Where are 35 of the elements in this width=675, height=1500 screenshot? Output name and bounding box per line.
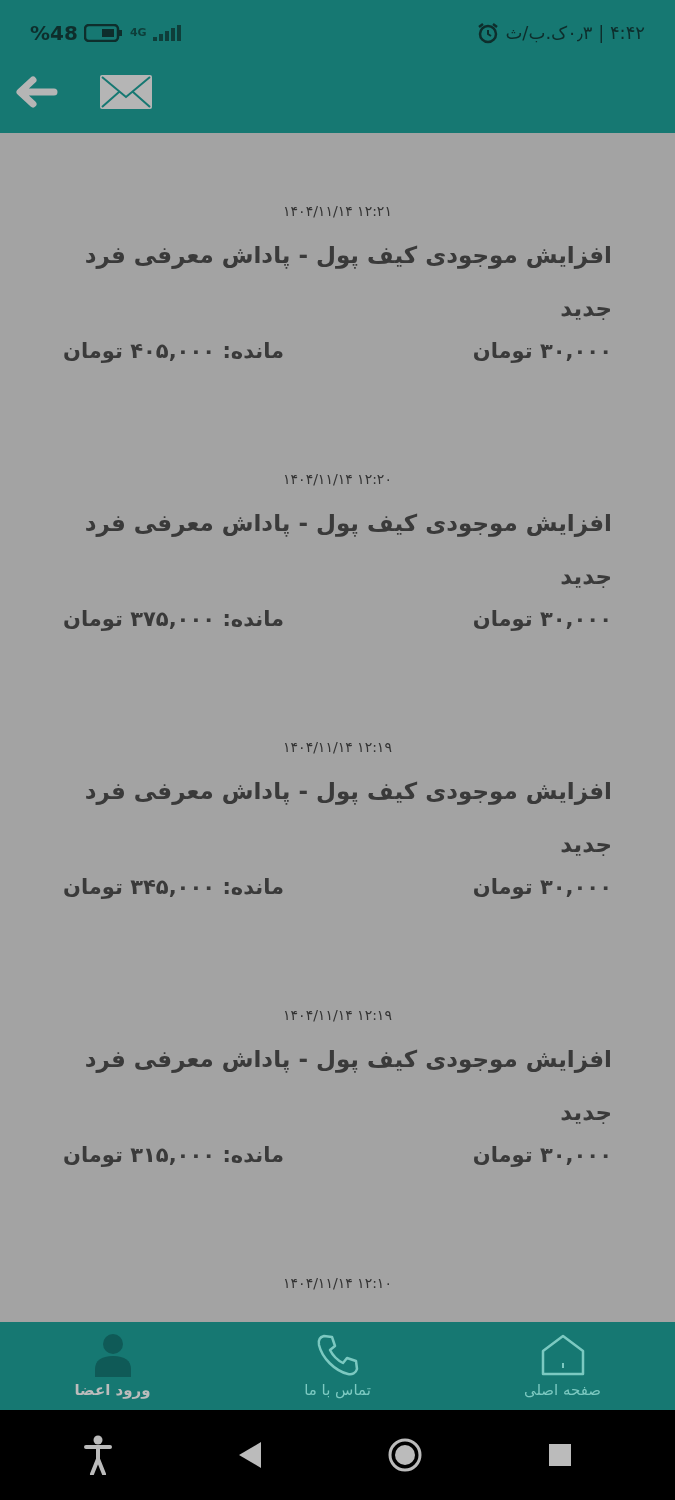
nav-tab[interactable]: تماس با ما	[247, 1333, 428, 1399]
signal-icon	[152, 24, 183, 41]
balance-text: مانده: ۴۰۵,۰۰۰ تومان	[63, 338, 285, 365]
battery-icon	[83, 23, 124, 42]
transaction-date: ۱۴۰۴/۱۱/۱۴ ۱۲:۲۱	[282, 203, 393, 221]
battery-percent: %48	[30, 20, 78, 45]
transaction-date: ۱۴۰۴/۱۱/۱۴ ۱۲:۱۹	[282, 1007, 393, 1025]
transaction-amount: ۳۰,۰۰۰ تومان	[472, 338, 612, 365]
recents-icon[interactable]	[549, 1444, 572, 1466]
alarm-icon	[477, 21, 500, 44]
transaction-date: ۱۴۰۴/۱۱/۱۴ ۱۲:۱۹	[282, 739, 393, 757]
transaction-date: ۱۴۰۴/۱۱/۱۴ ۱۲:۱۰	[282, 1275, 393, 1293]
nav-tab[interactable]: ورود اعضا	[22, 1333, 203, 1399]
user-icon	[92, 1333, 133, 1377]
transaction-amount: ۳۰,۰۰۰ تومان	[472, 1142, 612, 1169]
transaction-title: افزایش موجودی کیف پول - پاداش معرفی فرد جدید	[83, 777, 612, 859]
balance-text: مانده: ۳۱۵,۰۰۰ تومان	[63, 1142, 285, 1169]
nav-tab[interactable]: صفحه اصلی	[472, 1333, 653, 1399]
transaction-title: افزایش موجودی کیف پول - پاداش معرفی فرد جدید	[83, 509, 612, 591]
transaction-date: ۱۴۰۴/۱۱/۱۴ ۱۲:۲۰	[282, 471, 393, 489]
envelope-icon[interactable]	[100, 75, 152, 109]
back-icon[interactable]	[238, 1442, 261, 1468]
balance-text: مانده: ۳۴۵,۰۰۰ تومان	[63, 874, 285, 901]
transaction-title: افزایش موجودی کیف پول - پاداش معرفی فرد جدید	[83, 1045, 612, 1127]
transaction-amount: ۳۰,۰۰۰ تومان	[472, 874, 612, 901]
transaction-amount: ۳۰,۰۰۰ تومان	[472, 606, 612, 633]
accessibility-icon[interactable]	[83, 1435, 112, 1475]
balance-text: مانده: ۳۷۵,۰۰۰ تومان	[63, 606, 285, 633]
network-type: 4G	[129, 26, 147, 39]
status-time: ۴:۴۲ | ۰٫۳ک.ب/ث	[505, 22, 645, 43]
transaction-title: افزایش موجودی کیف پول - پاداش معرفی فرد جدید	[83, 241, 612, 323]
home-icon	[539, 1333, 586, 1377]
home-button-icon[interactable]	[388, 1438, 423, 1472]
back-arrow-icon[interactable]	[14, 75, 58, 109]
phone-icon	[315, 1333, 360, 1377]
